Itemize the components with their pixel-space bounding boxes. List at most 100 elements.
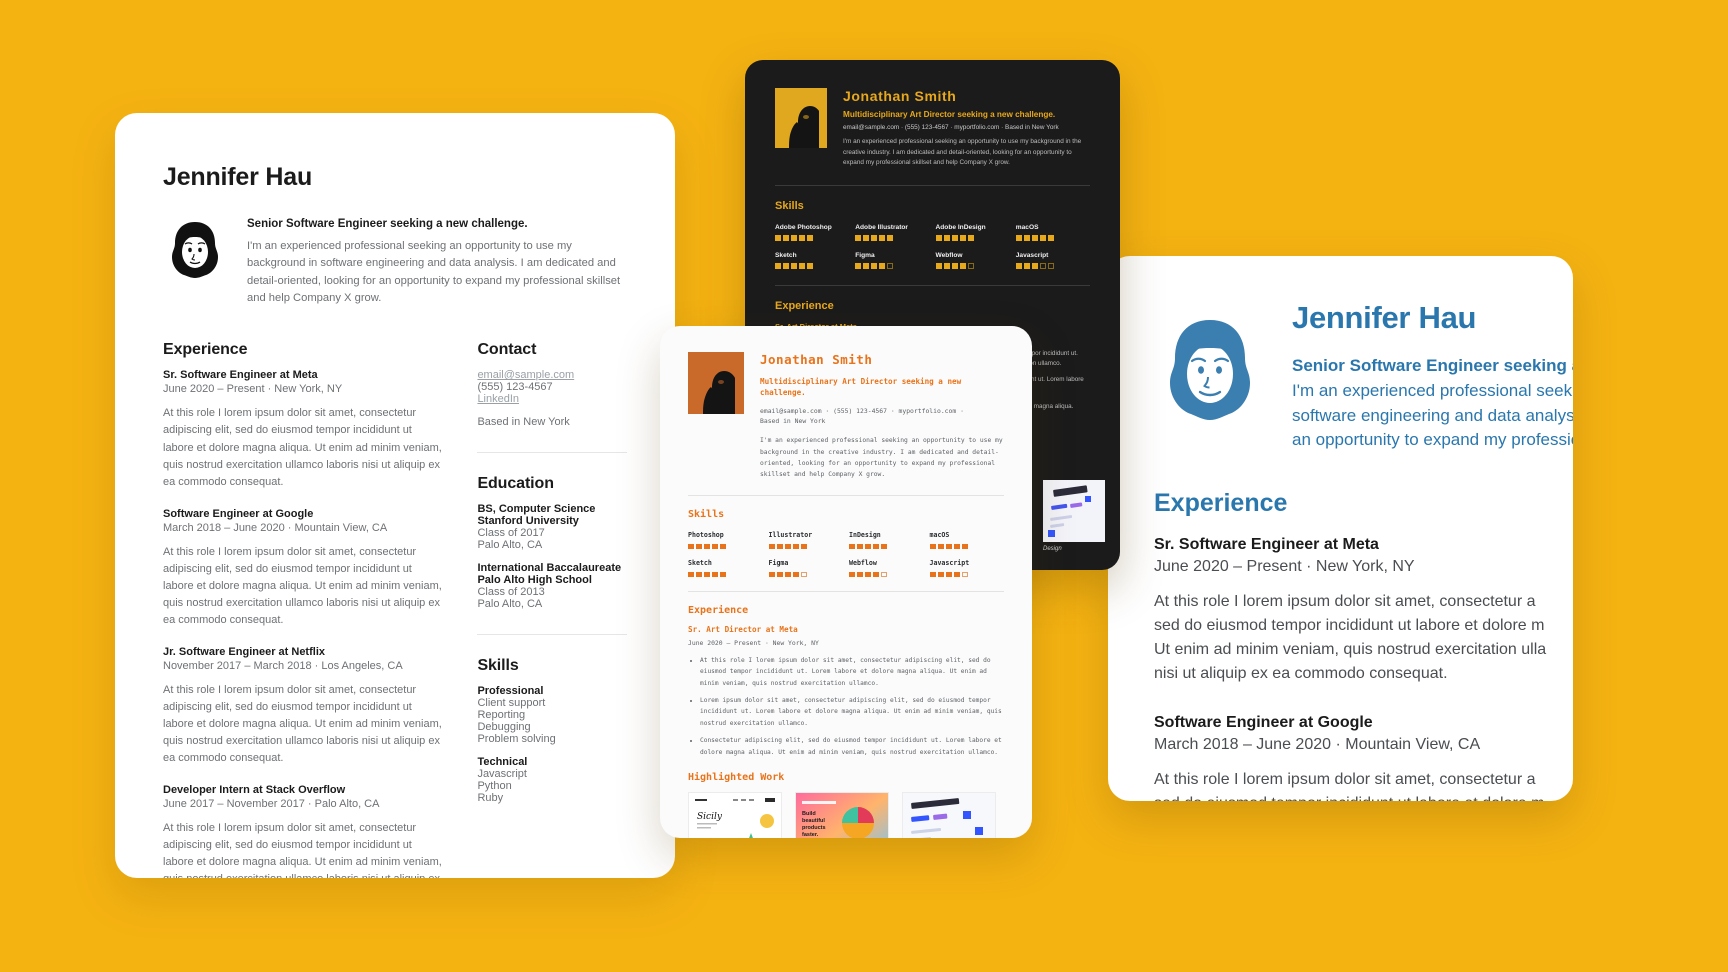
skill-label: macOS bbox=[929, 530, 950, 539]
mono-summary: I'm an experienced professional seeking … bbox=[760, 437, 1003, 479]
svg-text:products: products bbox=[802, 825, 826, 831]
rating-dots bbox=[849, 543, 924, 549]
job-title: Software Engineer at Google bbox=[1154, 713, 1373, 731]
light-experience-column: Experience Sr. Software Engineer at Meta… bbox=[163, 341, 443, 878]
mono-contact-location: Based in New York bbox=[760, 417, 826, 426]
skill-item: Photoshop bbox=[688, 531, 763, 549]
job-meta: June 2020 – Present · New York, NY bbox=[163, 383, 343, 396]
blue-summary-line-1: I'm an experienced professional seeking … bbox=[1292, 381, 1573, 400]
skill-label: Sketch bbox=[688, 558, 712, 567]
skill-item: Sketch bbox=[688, 559, 763, 577]
mono-skills-grid: Photoshop Illustrator InDesign macOS Ske… bbox=[688, 531, 1004, 577]
section-heading-contact: Contact bbox=[477, 341, 537, 359]
mono-contact-text: email@sample.com · (555) 123-4567 · mypo… bbox=[760, 406, 964, 415]
section-heading-education: Education bbox=[477, 475, 554, 493]
work-thumbnail-ui[interactable] bbox=[1043, 480, 1105, 542]
section-heading-highlighted-work: Highlighted Work bbox=[688, 772, 785, 784]
mono-header: Jonathan Smith Multidisciplinary Art Dir… bbox=[688, 352, 1004, 481]
divider bbox=[775, 284, 1090, 286]
job-desc: At this role I lorem ipsum dolor sit ame… bbox=[163, 545, 442, 626]
skill-group: Technical Javascript Python Ruby bbox=[477, 756, 627, 804]
job-desc: At this role I lorem ipsum dolor sit ame… bbox=[163, 407, 442, 488]
skill-label: Webflow bbox=[849, 558, 877, 567]
skill-item: Webflow bbox=[935, 252, 1010, 269]
skill-item: Adobe Illustrator bbox=[855, 224, 929, 241]
dark-contact-text: email@sample.com · (555) 123-4567 · mypo… bbox=[843, 124, 1059, 131]
portrait-photo-orange bbox=[688, 352, 744, 414]
work-item[interactable]: Sicily Re-imagined website bbox=[688, 792, 782, 838]
dark-work-thumb-wrap: Design bbox=[1043, 472, 1105, 552]
skill-label: Illustrator bbox=[768, 530, 813, 539]
rating-dots bbox=[929, 571, 1005, 577]
job-meta: March 2018 – June 2020 · Mountain View, … bbox=[1154, 735, 1481, 753]
skill-item: InDesign bbox=[849, 531, 924, 549]
skill-item: Adobe Photoshop bbox=[775, 224, 849, 241]
job-bullet: Consectetur adipiscing elit, sed do eius… bbox=[700, 735, 1004, 758]
rating-dots bbox=[688, 543, 763, 549]
skill-item: Python bbox=[477, 780, 512, 793]
job-title: Software Engineer at Google bbox=[163, 507, 314, 520]
work-thumbnail-landing-page[interactable]: Build beautiful products faster. bbox=[795, 792, 889, 838]
section-heading-experience: Experience bbox=[688, 604, 749, 616]
rating-dots bbox=[855, 234, 929, 241]
resume-card-light[interactable]: Jennifer Hau Senior Software Engineer se… bbox=[115, 113, 675, 878]
rating-dots bbox=[768, 543, 844, 549]
job-bullet: Lorem ipsum dolor sit amet, consectetur … bbox=[700, 695, 1004, 729]
work-item[interactable]: Refreshed UI Design bbox=[902, 792, 996, 838]
job-desc-line: Ut enim ad minim veniam, quis nostrud ex… bbox=[1154, 640, 1547, 658]
work-item[interactable]: Build beautiful products faster. Product… bbox=[795, 792, 889, 838]
work-caption: Design bbox=[1043, 546, 1062, 552]
light-sidebar-column: Contact email@sample.com (555) 123-4567 … bbox=[477, 341, 627, 878]
skill-item: Illustrator bbox=[768, 530, 844, 549]
job-meta: June 2020 – Present · New York, NY bbox=[1154, 557, 1415, 575]
job-title: Sr. Software Engineer at Meta bbox=[1154, 535, 1379, 553]
work-thumbnail-sicily[interactable]: Sicily bbox=[688, 792, 782, 838]
education-place: Palo Alto, CA bbox=[477, 539, 543, 552]
blue-tagline: Senior Software Engineer seeking a new c… bbox=[1292, 356, 1573, 375]
skill-label: Photoshop bbox=[688, 530, 724, 539]
skill-label: Figma bbox=[768, 558, 789, 567]
skill-label: Adobe Illustrator bbox=[855, 223, 909, 231]
section-heading-skills: Skills bbox=[477, 657, 519, 675]
education-year: Class of 2017 bbox=[477, 527, 545, 540]
resume-card-blue[interactable]: Jennifer Hau Senior Software Engineer se… bbox=[1108, 256, 1573, 801]
skill-item: Figma bbox=[768, 558, 844, 577]
dark-contact-line: email@sample.com · (555) 123-4567 · mypo… bbox=[843, 124, 1090, 131]
resume-card-mono[interactable]: Jonathan Smith Multidisciplinary Art Dir… bbox=[660, 326, 1032, 838]
svg-text:Build: Build bbox=[802, 811, 816, 817]
divider bbox=[688, 590, 1004, 592]
work-thumbnail-ui-refresh[interactable] bbox=[902, 792, 996, 838]
divider bbox=[477, 452, 627, 454]
education-degree: BS, Computer Science bbox=[477, 503, 596, 516]
contact-email-link[interactable]: email@sample.com bbox=[477, 369, 627, 381]
experience-item: Software Engineer at Google March 2018 –… bbox=[1154, 714, 1573, 801]
education-item: BS, Computer Science Stanford University… bbox=[477, 503, 627, 551]
education-school: Palo Alto High School bbox=[477, 574, 592, 587]
blue-summary-line-2: software engineering and data analysis. … bbox=[1292, 405, 1573, 425]
avatar-illustration-bw bbox=[163, 218, 227, 282]
skill-label: Javascript bbox=[1015, 251, 1049, 259]
job-meta: June 2017 – November 2017 · Palo Alto, C… bbox=[163, 798, 380, 811]
rating-dots bbox=[1015, 262, 1090, 269]
skill-label: Adobe Photoshop bbox=[775, 223, 832, 231]
divider bbox=[688, 494, 1004, 496]
skill-item: Adobe InDesign bbox=[935, 224, 1010, 241]
svg-text:faster.: faster. bbox=[802, 832, 819, 838]
rating-dots bbox=[1015, 234, 1090, 241]
dark-summary: I'm an experienced professional seeking … bbox=[843, 138, 1082, 167]
job-meta: November 2017 – March 2018 · Los Angeles… bbox=[163, 659, 403, 672]
svg-text:Sicily: Sicily bbox=[697, 812, 723, 822]
light-summary: I'm an experienced professional seeking … bbox=[247, 240, 621, 305]
rating-dots bbox=[768, 571, 844, 577]
rating-dots bbox=[935, 234, 1010, 241]
blue-name: Jennifer Hau bbox=[1292, 300, 1477, 335]
job-desc: At this role I lorem ipsum dolor sit ame… bbox=[163, 822, 442, 878]
job-bullet: At this role I lorem ipsum dolor sit ame… bbox=[700, 655, 1004, 689]
light-header: Senior Software Engineer seeking a new c… bbox=[163, 218, 627, 307]
contact-linkedin-link[interactable]: LinkedIn bbox=[477, 393, 627, 405]
poster-canvas: Jennifer Hau Senior Software Engineer se… bbox=[0, 0, 1728, 972]
education-school: Stanford University bbox=[477, 515, 579, 528]
dark-name: Jonathan Smith bbox=[843, 88, 957, 104]
rating-dots bbox=[935, 262, 1010, 269]
